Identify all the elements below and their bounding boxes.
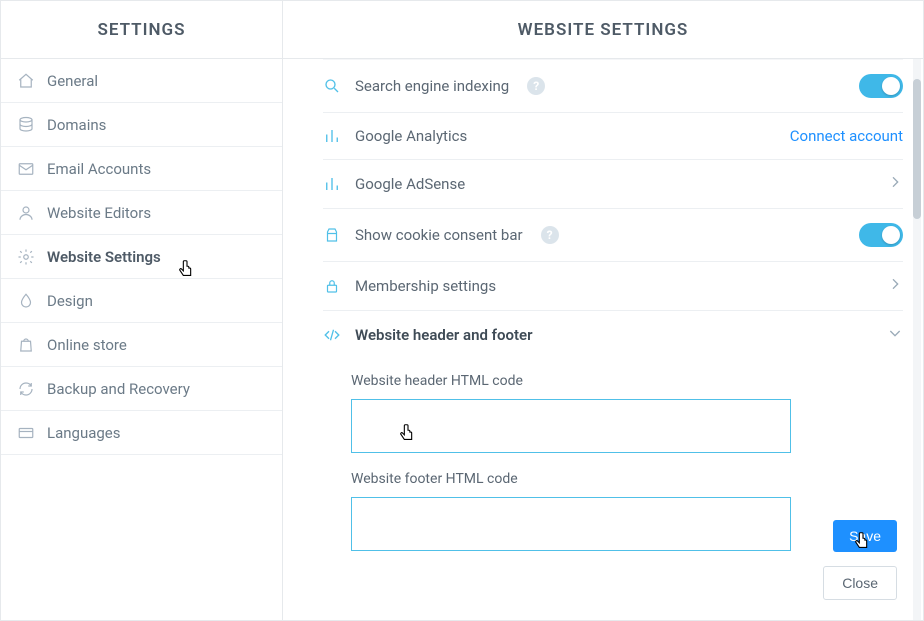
row-label: Show cookie consent bar — [355, 226, 523, 244]
card-icon — [17, 424, 35, 442]
sidebar-item-label: Online store — [47, 336, 127, 354]
save-button[interactable]: Save — [833, 520, 897, 552]
connect-account-link[interactable]: Connect account — [790, 127, 903, 145]
sidebar-item-label: Website Editors — [47, 204, 151, 222]
action-buttons: Save Close — [823, 520, 897, 600]
user-icon — [17, 204, 35, 222]
row-search-indexing: Search engine indexing ? — [323, 60, 903, 113]
help-icon[interactable]: ? — [527, 77, 545, 95]
sidebar-title: SETTINGS — [97, 20, 185, 40]
row-label: Google Analytics — [355, 127, 467, 145]
main-header: WEBSITE SETTINGS — [283, 1, 923, 59]
lock-icon — [323, 277, 341, 295]
row-analytics: Google Analytics Connect account — [323, 113, 903, 160]
chevron-down-icon — [887, 325, 903, 345]
code-icon — [323, 326, 341, 344]
row-label: Google AdSense — [355, 175, 465, 193]
scrollbar-thumb[interactable] — [913, 79, 921, 219]
chevron-right-icon — [887, 276, 903, 296]
help-icon[interactable]: ? — [541, 226, 559, 244]
sidebar-item-editors[interactable]: Website Editors — [1, 191, 282, 235]
sidebar-item-website-settings[interactable]: Website Settings — [1, 235, 282, 279]
search-indexing-toggle[interactable] — [859, 74, 903, 98]
sidebar-list: General Domains Email Accounts Website E… — [1, 59, 282, 455]
sidebar-item-label: Languages — [47, 424, 121, 442]
sidebar-item-backup[interactable]: Backup and Recovery — [1, 367, 282, 411]
sidebar-item-design[interactable]: Design — [1, 279, 282, 323]
main-title: WEBSITE SETTINGS — [518, 20, 689, 40]
main-panel: WEBSITE SETTINGS Website name: pizzabian… — [283, 1, 923, 620]
droplet-icon — [17, 292, 35, 310]
sidebar-item-label: Website Settings — [47, 248, 161, 266]
sidebar-item-domains[interactable]: Domains — [1, 103, 282, 147]
cookie-toggle[interactable] — [859, 223, 903, 247]
database-icon — [17, 116, 35, 134]
sidebar-header: SETTINGS — [1, 1, 282, 59]
home-icon — [17, 72, 35, 90]
header-code-label: Website header HTML code — [351, 373, 903, 389]
cookie-icon — [323, 226, 341, 244]
reload-icon — [17, 380, 35, 398]
header-code-input[interactable] — [351, 399, 791, 453]
close-button[interactable]: Close — [823, 566, 897, 600]
bars-icon — [323, 127, 341, 145]
mail-icon — [17, 160, 35, 178]
sidebar-item-languages[interactable]: Languages — [1, 411, 282, 455]
row-label: Search engine indexing — [355, 77, 509, 95]
sidebar-item-email[interactable]: Email Accounts — [1, 147, 282, 191]
sidebar-item-label: General — [47, 72, 98, 90]
sidebar-item-store[interactable]: Online store — [1, 323, 282, 367]
sidebar-item-label: Email Accounts — [47, 160, 151, 178]
footer-code-input[interactable] — [351, 497, 791, 551]
sidebar: SETTINGS General Domains Email Accounts — [1, 1, 283, 620]
search-icon — [323, 77, 341, 95]
sidebar-item-label: Backup and Recovery — [47, 380, 190, 398]
row-header-footer[interactable]: Website header and footer — [323, 311, 903, 359]
row-cookie-consent: Show cookie consent bar ? — [323, 209, 903, 262]
bag-icon — [17, 336, 35, 354]
row-label: Website header and footer — [355, 326, 532, 344]
row-membership[interactable]: Membership settings — [323, 262, 903, 311]
footer-code-label: Website footer HTML code — [351, 471, 903, 487]
chevron-right-icon — [887, 174, 903, 194]
gear-icon — [17, 248, 35, 266]
bars-icon — [323, 175, 341, 193]
row-label: Membership settings — [355, 277, 496, 295]
row-website-name: Website name: pizzabianco Edit name — [323, 59, 903, 60]
header-footer-expanded: Website header HTML code Website footer … — [323, 373, 903, 555]
sidebar-item-label: Domains — [47, 116, 106, 134]
row-adsense[interactable]: Google AdSense — [323, 160, 903, 209]
sidebar-item-label: Design — [47, 292, 93, 310]
sidebar-item-general[interactable]: General — [1, 59, 282, 103]
